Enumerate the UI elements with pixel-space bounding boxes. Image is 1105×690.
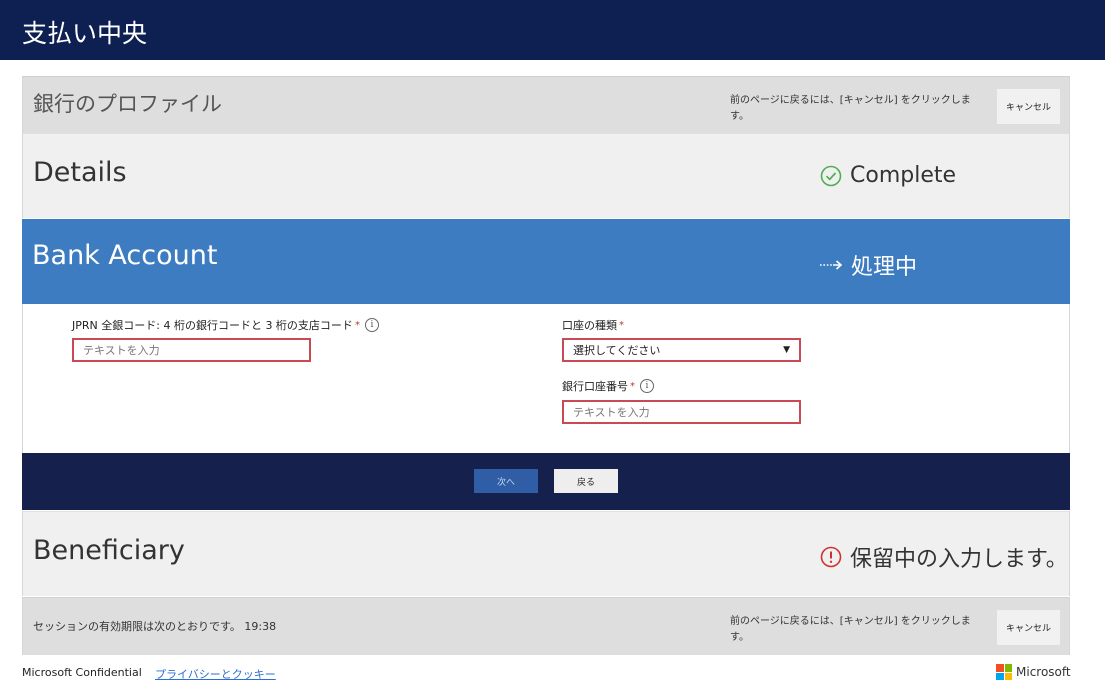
bank-account-form: JPRN 全銀コード: 4 桁の銀行コードと 3 桁の支店コード * i 口座の…	[22, 304, 1070, 453]
step-details[interactable]: Details Complete	[22, 133, 1070, 218]
app-title: 支払い中央	[22, 19, 148, 48]
account-type-select[interactable]: 選択してください ▼	[562, 338, 801, 362]
status-label: 保留中の入力します。	[850, 547, 1068, 572]
next-button[interactable]: 次へ	[474, 469, 538, 493]
step-beneficiary-title: Beneficiary	[33, 535, 185, 566]
account-number-input[interactable]	[562, 400, 801, 424]
account-type-selected: 選択してください	[573, 344, 661, 357]
back-button[interactable]: 戻る	[554, 469, 618, 493]
required-mark: *	[619, 319, 624, 331]
step-beneficiary[interactable]: Beneficiary 保留中の入力します。	[22, 511, 1070, 596]
profile-header: 銀行のプロファイル 前のページに戻るには、[キャンセル] をクリックします。 キ…	[22, 76, 1070, 133]
check-circle-icon	[820, 165, 842, 186]
cancel-hint: 前のページに戻るには、[キャンセル] をクリックします。	[730, 616, 971, 643]
footer-panel: セッションの有効期限は次のとおりです。 19:38 前のページに戻るには、[キャ…	[22, 597, 1070, 655]
dotted-arrow-right-icon	[820, 260, 843, 270]
cancel-button[interactable]: キャンセル	[997, 610, 1060, 645]
top-header: 支払い中央	[0, 0, 1105, 60]
step-bank-status: 処理中	[819, 249, 917, 281]
account-number-label-text: 銀行口座番号	[562, 380, 628, 393]
page-title: 銀行のプロファイル	[33, 92, 222, 116]
status-label: 処理中	[851, 255, 918, 280]
confidential-label: Microsoft Confidential	[22, 666, 142, 679]
step-details-title: Details	[33, 157, 127, 188]
jprn-label-text: JPRN 全銀コード: 4 桁の銀行コードと 3 桁の支店コード	[72, 319, 353, 332]
account-number-label: 銀行口座番号 * i	[562, 378, 654, 394]
alert-circle-icon	[820, 546, 842, 568]
microsoft-logo-icon	[996, 664, 1012, 680]
step-bank-account[interactable]: Bank Account 処理中	[22, 219, 1070, 304]
info-icon[interactable]: i	[640, 379, 654, 393]
info-icon[interactable]: i	[364, 318, 379, 332]
account-type-label-text: 口座の種類	[562, 319, 617, 332]
status-label: Complete	[850, 163, 957, 188]
brand-name: Microsoft	[1016, 665, 1071, 679]
cancel-button[interactable]: キャンセル	[997, 89, 1060, 124]
cancel-hint: 前のページに戻るには、[キャンセル] をクリックします。	[730, 95, 971, 122]
caret-down-icon: ▼	[783, 345, 790, 355]
required-mark: *	[630, 380, 635, 392]
jprn-input[interactable]	[72, 338, 311, 362]
step-beneficiary-status: 保留中の入力します。	[820, 541, 1068, 573]
session-expiry: セッションの有効期限は次のとおりです。 19:38	[33, 620, 277, 633]
microsoft-logo: Microsoft	[996, 664, 1071, 680]
privacy-link[interactable]: プライバシーとクッキー	[155, 666, 276, 682]
form-nav-bar: 次へ 戻る	[22, 453, 1070, 510]
account-type-label: 口座の種類 *	[562, 317, 624, 333]
step-details-status: Complete	[820, 163, 956, 188]
required-mark: *	[354, 319, 360, 331]
jprn-label: JPRN 全銀コード: 4 桁の銀行コードと 3 桁の支店コード * i	[72, 317, 379, 333]
step-bank-title: Bank Account	[32, 240, 218, 271]
